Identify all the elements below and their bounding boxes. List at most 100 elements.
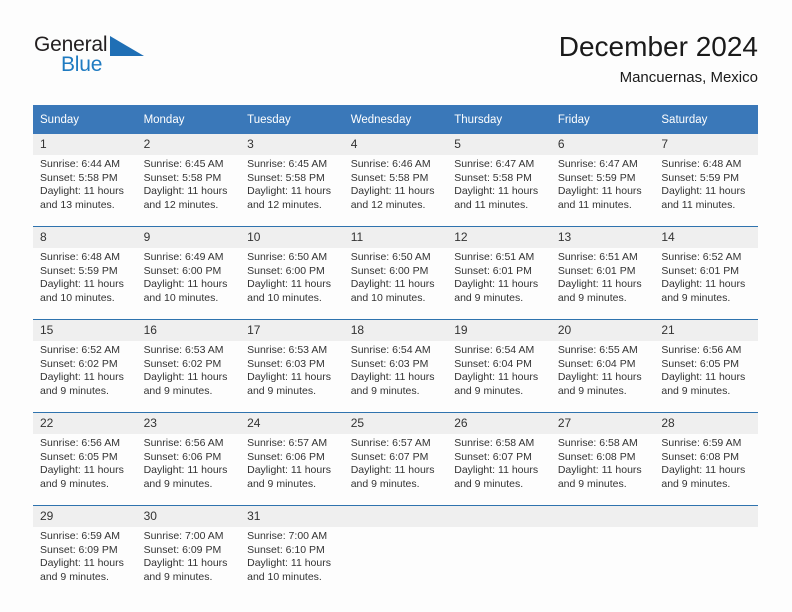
day-cell[interactable]: Sunrise: 6:45 AM Sunset: 5:58 PM Dayligh… xyxy=(136,155,241,227)
daylight-text-cont: and 9 minutes. xyxy=(247,384,317,397)
day-cell[interactable]: Sunrise: 6:50 AM Sunset: 6:00 PM Dayligh… xyxy=(240,248,344,320)
day-cell[interactable]: Sunrise: 6:49 AM Sunset: 6:00 PM Dayligh… xyxy=(136,248,241,320)
day-number[interactable]: 25 xyxy=(343,412,448,434)
calendar-header: Sunday Monday Tuesday Wednesday Thursday… xyxy=(33,105,758,134)
day-number[interactable]: 13 xyxy=(550,226,655,248)
daylight-text-cont: and 9 minutes. xyxy=(143,384,213,397)
day-number[interactable]: 10 xyxy=(240,226,344,248)
daylight-text-cont: and 9 minutes. xyxy=(454,291,524,304)
sunset-text: Sunset: 6:08 PM xyxy=(661,450,740,463)
day-number[interactable]: 16 xyxy=(136,319,241,341)
day-cell-empty xyxy=(550,527,655,598)
sunrise-text: Sunrise: 6:58 AM xyxy=(557,437,638,449)
day-number[interactable]: 19 xyxy=(447,319,551,341)
day-cell[interactable]: Sunrise: 6:48 AM Sunset: 5:59 PM Dayligh… xyxy=(654,155,758,227)
day-cell[interactable]: Sunrise: 6:57 AM Sunset: 6:07 PM Dayligh… xyxy=(343,434,448,506)
daylight-text: Daylight: 11 hours xyxy=(557,185,642,198)
day-number[interactable]: 6 xyxy=(550,134,655,155)
day-number-row: 15 16 17 18 19 20 21 xyxy=(33,319,758,341)
daylight-text-cont: and 9 minutes. xyxy=(661,384,731,397)
day-cell[interactable]: Sunrise: 6:56 AM Sunset: 6:05 PM Dayligh… xyxy=(33,434,137,506)
day-cell-empty xyxy=(654,527,758,598)
daylight-text: Daylight: 11 hours xyxy=(143,464,228,477)
sunset-text: Sunset: 6:05 PM xyxy=(40,450,118,463)
daylight-text-cont: and 11 minutes. xyxy=(454,198,529,211)
day-number[interactable]: 3 xyxy=(240,134,344,155)
day-cell[interactable]: Sunrise: 6:58 AM Sunset: 6:07 PM Dayligh… xyxy=(447,434,551,506)
daylight-text-cont: and 9 minutes. xyxy=(454,477,524,490)
day-number[interactable]: 22 xyxy=(33,412,137,434)
day-number[interactable]: 14 xyxy=(654,226,758,248)
day-cell[interactable]: Sunrise: 6:48 AM Sunset: 5:59 PM Dayligh… xyxy=(33,248,137,320)
weekday-header-sunday: Sunday xyxy=(33,105,137,134)
weekday-header-tuesday: Tuesday xyxy=(240,105,344,134)
calendar-week-row: 15 16 17 18 19 20 21 Sunrise: 6:52 AM Su… xyxy=(33,319,758,413)
day-cell[interactable]: Sunrise: 6:44 AM Sunset: 5:58 PM Dayligh… xyxy=(33,155,137,227)
day-cell[interactable]: Sunrise: 6:57 AM Sunset: 6:06 PM Dayligh… xyxy=(240,434,344,506)
sunset-text: Sunset: 5:58 PM xyxy=(143,171,222,184)
day-cell[interactable]: Sunrise: 6:52 AM Sunset: 6:01 PM Dayligh… xyxy=(654,248,758,320)
sunrise-text: Sunrise: 6:52 AM xyxy=(40,344,120,356)
day-cell[interactable]: Sunrise: 6:54 AM Sunset: 6:03 PM Dayligh… xyxy=(343,341,448,413)
day-detail-row: Sunrise: 6:59 AM Sunset: 6:09 PM Dayligh… xyxy=(33,527,758,598)
day-cell[interactable]: Sunrise: 6:59 AM Sunset: 6:09 PM Dayligh… xyxy=(33,527,137,598)
day-number[interactable]: 2 xyxy=(136,134,241,155)
day-number[interactable]: 12 xyxy=(447,226,551,248)
day-number[interactable]: 17 xyxy=(240,319,344,341)
day-cell[interactable]: Sunrise: 6:53 AM Sunset: 6:02 PM Dayligh… xyxy=(136,341,241,413)
day-number[interactable]: 24 xyxy=(240,412,344,434)
sunrise-text: Sunrise: 6:48 AM xyxy=(661,158,742,170)
day-cell[interactable]: Sunrise: 6:53 AM Sunset: 6:03 PM Dayligh… xyxy=(240,341,344,413)
day-cell[interactable]: Sunrise: 6:56 AM Sunset: 6:05 PM Dayligh… xyxy=(654,341,758,413)
day-number[interactable]: 18 xyxy=(343,319,448,341)
general-blue-logo[interactable]: General Blue xyxy=(34,34,194,90)
day-number[interactable]: 9 xyxy=(136,226,241,248)
day-cell[interactable]: Sunrise: 6:47 AM Sunset: 5:58 PM Dayligh… xyxy=(447,155,551,227)
flag-triangle-icon xyxy=(110,36,144,56)
sunset-text: Sunset: 6:02 PM xyxy=(143,357,222,370)
day-cell[interactable]: Sunrise: 6:59 AM Sunset: 6:08 PM Dayligh… xyxy=(654,434,758,506)
day-number[interactable]: 29 xyxy=(33,505,137,527)
sunset-text: Sunset: 6:02 PM xyxy=(40,357,118,370)
daylight-text-cont: and 9 minutes. xyxy=(557,384,627,397)
daylight-text-cont: and 9 minutes. xyxy=(557,477,627,490)
day-cell[interactable]: Sunrise: 6:46 AM Sunset: 5:58 PM Dayligh… xyxy=(343,155,448,227)
day-number[interactable]: 27 xyxy=(550,412,655,434)
daylight-text: Daylight: 11 hours xyxy=(557,464,642,477)
daylight-text: Daylight: 11 hours xyxy=(40,557,124,570)
day-number[interactable]: 4 xyxy=(343,134,448,155)
day-cell[interactable]: Sunrise: 7:00 AM Sunset: 6:09 PM Dayligh… xyxy=(136,527,241,598)
day-number[interactable]: 30 xyxy=(136,505,241,527)
day-number[interactable]: 20 xyxy=(550,319,655,341)
daylight-text-cont: and 9 minutes. xyxy=(143,477,213,490)
day-number[interactable]: 26 xyxy=(447,412,551,434)
day-number[interactable]: 11 xyxy=(343,226,448,248)
day-cell[interactable]: Sunrise: 6:47 AM Sunset: 5:59 PM Dayligh… xyxy=(550,155,655,227)
day-cell[interactable]: Sunrise: 6:51 AM Sunset: 6:01 PM Dayligh… xyxy=(550,248,655,320)
day-number[interactable]: 31 xyxy=(240,505,344,527)
day-number[interactable]: 21 xyxy=(654,319,758,341)
day-number[interactable]: 1 xyxy=(33,134,137,155)
day-cell[interactable]: Sunrise: 6:52 AM Sunset: 6:02 PM Dayligh… xyxy=(33,341,137,413)
day-number[interactable]: 7 xyxy=(654,134,758,155)
sunrise-text: Sunrise: 6:51 AM xyxy=(454,251,535,263)
day-cell[interactable]: Sunrise: 6:51 AM Sunset: 6:01 PM Dayligh… xyxy=(447,248,551,320)
day-cell[interactable]: Sunrise: 7:00 AM Sunset: 6:10 PM Dayligh… xyxy=(240,527,344,598)
day-number[interactable]: 28 xyxy=(654,412,758,434)
day-cell[interactable]: Sunrise: 6:56 AM Sunset: 6:06 PM Dayligh… xyxy=(136,434,241,506)
day-number[interactable]: 23 xyxy=(136,412,241,434)
day-cell[interactable]: Sunrise: 6:54 AM Sunset: 6:04 PM Dayligh… xyxy=(447,341,551,413)
day-cell[interactable]: Sunrise: 6:55 AM Sunset: 6:04 PM Dayligh… xyxy=(550,341,655,413)
daylight-text-cont: and 10 minutes. xyxy=(40,291,115,304)
calendar-week-row: 8 9 10 11 12 13 14 Sunrise: 6:48 AM Suns… xyxy=(33,226,758,320)
day-cell[interactable]: Sunrise: 6:58 AM Sunset: 6:08 PM Dayligh… xyxy=(550,434,655,506)
day-detail-row: Sunrise: 6:44 AM Sunset: 5:58 PM Dayligh… xyxy=(33,155,758,227)
day-number[interactable]: 5 xyxy=(447,134,551,155)
weekday-header-wednesday: Wednesday xyxy=(343,105,448,134)
day-cell[interactable]: Sunrise: 6:50 AM Sunset: 6:00 PM Dayligh… xyxy=(343,248,448,320)
day-number[interactable]: 8 xyxy=(33,226,137,248)
day-cell[interactable]: Sunrise: 6:45 AM Sunset: 5:58 PM Dayligh… xyxy=(240,155,344,227)
daylight-text-cont: and 9 minutes. xyxy=(454,384,524,397)
day-number[interactable]: 15 xyxy=(33,319,137,341)
sunset-text: Sunset: 6:06 PM xyxy=(247,450,325,463)
